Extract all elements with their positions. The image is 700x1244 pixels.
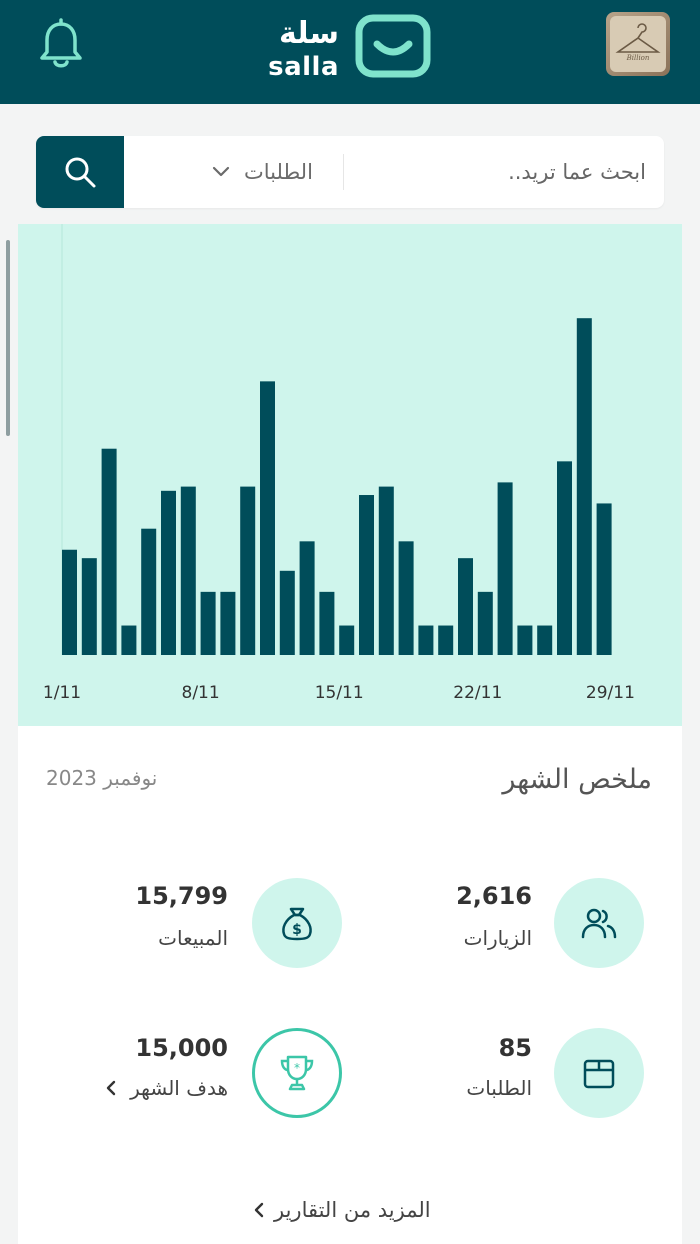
- chart-bar[interactable]: [378, 486, 394, 655]
- chart-bar[interactable]: [279, 570, 295, 655]
- chart-bar[interactable]: [81, 558, 97, 655]
- users-icon: [581, 908, 617, 939]
- chart-bar[interactable]: [418, 625, 434, 655]
- svg-text:Billion: Billion: [626, 54, 650, 62]
- sales-value: 15,799: [135, 882, 228, 910]
- logo-bag-icon: [355, 14, 431, 78]
- goal-link[interactable]: هدف الشهر: [106, 1076, 228, 1100]
- chart-bar[interactable]: [359, 495, 374, 655]
- chart-bar[interactable]: [537, 625, 553, 655]
- visits-value: 2,616: [456, 882, 532, 910]
- trophy-icon-circle: *: [252, 1028, 342, 1118]
- chevron-down-icon: [212, 166, 230, 177]
- chart-bar[interactable]: [200, 591, 216, 655]
- chart-bar[interactable]: [161, 490, 176, 655]
- bell-icon[interactable]: [36, 18, 86, 70]
- chart-bar[interactable]: [517, 625, 533, 655]
- orders-label: الطلبات: [466, 1076, 532, 1100]
- search-scope-dropdown[interactable]: الطلبات: [212, 156, 313, 188]
- chart-bar[interactable]: [339, 625, 355, 655]
- sales-chart: 1/11 8/11 15/11 22/11 29/11: [18, 224, 682, 726]
- search-scope-label: الطلبات: [244, 160, 313, 184]
- stat-visits[interactable]: 2,616 الزيارات: [348, 876, 678, 976]
- scrollbar-thumb[interactable]: [6, 240, 10, 436]
- visits-label: الزيارات: [463, 926, 532, 950]
- search-input[interactable]: [366, 154, 646, 190]
- chart-bar[interactable]: [497, 482, 513, 655]
- bar-chart: 1/11 8/11 15/11 22/11 29/11: [43, 224, 635, 703]
- store-avatar[interactable]: Billion: [606, 12, 670, 76]
- chart-bar[interactable]: [220, 591, 236, 655]
- chart-bar[interactable]: [398, 541, 414, 655]
- x-tick-label: 15/11: [315, 683, 364, 703]
- month-summary-card: ملخص الشهر نوفمبر 2023 2,616 الزيارات $ …: [18, 726, 682, 1244]
- more-reports-link[interactable]: المزيد من التقارير: [254, 1198, 431, 1222]
- hanger-icon: Billion: [615, 23, 661, 62]
- x-tick-label: 29/11: [586, 683, 635, 703]
- chart-bar[interactable]: [596, 503, 612, 655]
- chart-bar[interactable]: [319, 591, 335, 655]
- users-icon-circle: [554, 878, 644, 968]
- search-bar: الطلبات: [36, 136, 664, 208]
- store-avatar-image: Billion: [610, 16, 666, 72]
- chart-bar[interactable]: [477, 591, 493, 655]
- chart-bar[interactable]: [557, 461, 572, 655]
- money-bag-icon: $: [282, 907, 312, 941]
- chevron-left-icon: [106, 1080, 116, 1096]
- chart-bar[interactable]: [240, 486, 256, 655]
- salla-logo: سلة salla: [268, 10, 433, 82]
- chart-bar[interactable]: [121, 625, 137, 655]
- svg-text:*: *: [294, 1061, 300, 1075]
- chart-bar[interactable]: [62, 549, 77, 655]
- orders-value: 85: [498, 1034, 532, 1062]
- chevron-left-icon: [254, 1202, 264, 1218]
- search-divider: [343, 154, 344, 190]
- goal-value: 15,000: [135, 1034, 228, 1062]
- chart-bar[interactable]: [101, 448, 117, 655]
- stat-orders[interactable]: 85 الطلبات: [348, 1026, 678, 1126]
- stat-sales[interactable]: $ 15,799 المبيعات: [18, 876, 348, 976]
- search-button[interactable]: [36, 136, 124, 208]
- logo-text-ar: سلة: [279, 16, 339, 51]
- summary-month: نوفمبر 2023: [46, 766, 158, 790]
- chart-bar[interactable]: [141, 528, 157, 655]
- stat-month-goal[interactable]: * 15,000 هدف الشهر: [18, 1026, 348, 1126]
- x-tick-label: 1/11: [43, 683, 81, 703]
- chart-bar[interactable]: [260, 381, 275, 655]
- x-tick-label: 22/11: [453, 683, 502, 703]
- trophy-icon: *: [280, 1055, 314, 1091]
- search-icon: [65, 157, 96, 188]
- top-bar: سلة salla Billion: [0, 0, 700, 104]
- svg-text:$: $: [292, 922, 302, 938]
- chart-bar[interactable]: [180, 486, 196, 655]
- money-bag-icon-circle: $: [252, 878, 342, 968]
- chart-bar[interactable]: [299, 541, 315, 655]
- summary-title: ملخص الشهر: [502, 764, 652, 795]
- sales-label: المبيعات: [158, 926, 228, 950]
- goal-label: هدف الشهر: [130, 1076, 228, 1100]
- x-tick-label: 8/11: [182, 683, 220, 703]
- logo-text-en: salla: [268, 52, 339, 82]
- chart-bar[interactable]: [438, 625, 454, 655]
- box-icon-circle: [554, 1028, 644, 1118]
- chart-bar[interactable]: [458, 558, 473, 655]
- more-reports-label: المزيد من التقارير: [274, 1198, 431, 1222]
- chart-bar[interactable]: [576, 318, 592, 655]
- box-icon: [583, 1059, 615, 1089]
